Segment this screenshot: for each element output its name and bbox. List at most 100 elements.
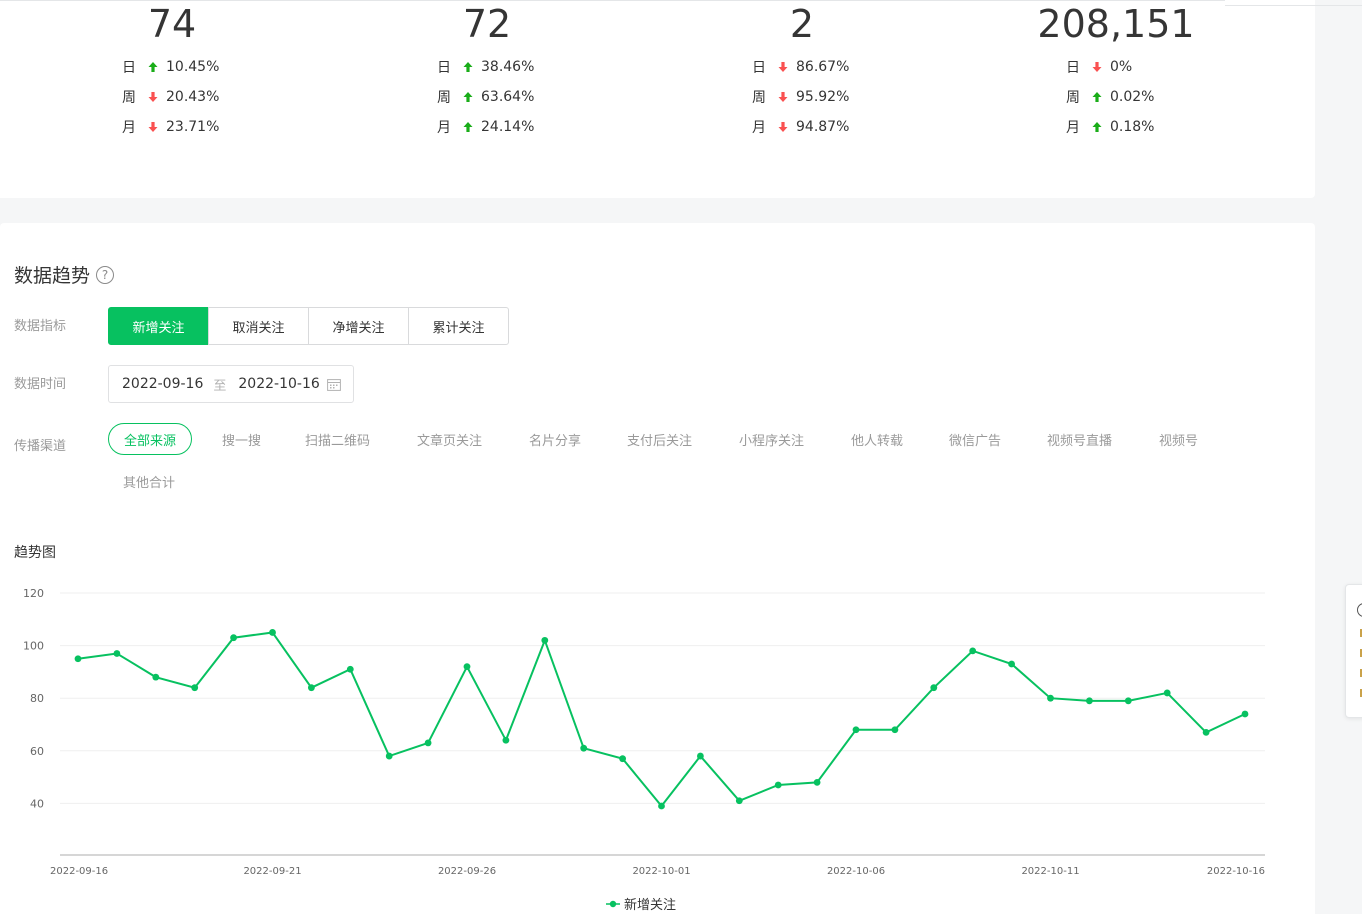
stat-period-label: 日 [122, 60, 136, 76]
arrow-down-icon [778, 122, 788, 132]
data-point [230, 634, 238, 642]
channel-option[interactable]: 名片分享 [529, 423, 581, 455]
stat-period-label: 周 [437, 90, 451, 106]
help-ring-icon [1357, 603, 1362, 617]
metric-label: 数据指标 [14, 319, 67, 334]
metric-tab[interactable]: 净增关注 [308, 307, 409, 345]
trend-title: 趋势图 [14, 545, 56, 561]
data-point [813, 778, 821, 786]
y-tick-label: 80 [30, 692, 44, 705]
stat-change-percent: 95.92% [796, 89, 850, 105]
data-point [930, 684, 938, 692]
stat-change-percent: 24.14% [481, 119, 535, 135]
channel-option[interactable]: 视频号直播 [1047, 423, 1112, 455]
stat-change-row: 月 24.14% [387, 112, 587, 142]
stat-change-percent: 94.87% [796, 119, 850, 135]
stat-period-label: 周 [1066, 90, 1080, 106]
channel-option[interactable]: 搜一搜 [222, 423, 261, 455]
data-point [1163, 689, 1171, 697]
stat-change-row: 月 0.18% [1016, 112, 1216, 142]
stat-period-label: 日 [752, 60, 766, 76]
metric-tab[interactable]: 取消关注 [208, 307, 309, 345]
x-tick-label: 2022-10-06 [827, 866, 885, 877]
chart-legend[interactable]: 新增关注 [606, 894, 676, 913]
data-point [74, 655, 82, 663]
arrow-up-icon [463, 122, 473, 132]
stat-value: 72 [462, 2, 512, 46]
channel-option[interactable]: 文章页关注 [417, 423, 482, 455]
data-point [852, 726, 860, 734]
stat-period-label: 周 [752, 90, 766, 106]
x-tick-label: 2022-10-01 [632, 866, 690, 877]
arrow-down-icon [148, 122, 158, 132]
stat-change-row: 周 95.92% [702, 82, 902, 112]
stat-change-row: 周 63.64% [387, 82, 587, 112]
stat-change-percent: 0% [1110, 59, 1133, 75]
arrow-up-icon [463, 62, 473, 72]
data-point [774, 781, 782, 789]
channel-option[interactable]: 其他合计 [123, 465, 175, 497]
data-point [502, 736, 510, 744]
stat-period-label: 日 [437, 60, 451, 76]
stat-change-row: 日 10.45% [72, 52, 272, 82]
channel-option[interactable]: 全部来源 [108, 423, 193, 455]
channel-label: 传播渠道 [14, 439, 67, 454]
arrow-up-icon [463, 92, 473, 102]
metric-tab[interactable]: 累计关注 [408, 307, 509, 345]
data-point [891, 726, 899, 734]
section-title-text: 数据趋势 [14, 265, 91, 287]
data-point [541, 636, 549, 644]
channel-option[interactable]: 支付后关注 [627, 423, 692, 455]
data-point [969, 647, 977, 655]
data-point [1202, 728, 1210, 736]
stat-column: 2 日 86.67% 周 95.92% 月 94.87% [702, 0, 902, 142]
stat-change-percent: 0.02% [1110, 89, 1155, 105]
time-label: 数据时间 [14, 377, 67, 392]
stat-change-row: 月 23.71% [72, 112, 272, 142]
stat-period-label: 月 [1066, 120, 1080, 136]
data-point [152, 673, 160, 681]
stat-change-row: 周 20.43% [72, 82, 272, 112]
x-tick-label: 2022-09-26 [438, 866, 496, 877]
data-point [580, 744, 588, 752]
x-tick-label: 2022-09-16 [50, 866, 108, 877]
arrow-up-icon [1092, 92, 1102, 102]
channel-option[interactable]: 扫描二维码 [305, 423, 370, 455]
data-point [385, 752, 393, 760]
date-separator: 至 [213, 378, 227, 394]
data-point [1124, 697, 1132, 705]
stat-column: 72 日 38.46% 周 63.64% 月 24.14% [387, 0, 587, 142]
stat-change-percent: 63.64% [481, 89, 535, 105]
stat-change-percent: 23.71% [166, 119, 220, 135]
stat-change-row: 月 94.87% [702, 112, 902, 142]
help-icon[interactable]: ? [96, 265, 115, 284]
data-point [191, 684, 199, 692]
series-line [77, 631, 1246, 808]
x-tick-label: 2022-10-16 [1207, 866, 1265, 877]
metric-tab[interactable]: 新增关注 [108, 307, 209, 345]
y-tick-label: 120 [23, 587, 44, 600]
arrow-down-icon [1092, 62, 1102, 72]
stat-value: 74 [147, 2, 197, 46]
channel-option[interactable]: 他人转载 [851, 423, 903, 455]
side-feedback-widget[interactable] [1345, 584, 1362, 718]
channel-option[interactable]: 视频号 [1159, 423, 1198, 455]
date-range-picker[interactable]: 2022-09-16 至 2022-10-16 [108, 365, 354, 403]
channel-option[interactable]: 小程序关注 [739, 423, 804, 455]
y-tick-label: 40 [30, 797, 44, 810]
arrow-down-icon [148, 92, 158, 102]
section-title: 数据趋势 ? [14, 261, 115, 288]
stat-period-label: 月 [437, 120, 451, 136]
legend-marker-icon [606, 900, 620, 907]
date-end: 2022-10-16 [238, 376, 320, 392]
stat-period-label: 月 [122, 120, 136, 136]
top-divider-right [1225, 5, 1362, 6]
metric-segmented-control: 新增关注 取消关注 净增关注 累计关注 [108, 307, 509, 345]
channel-option[interactable]: 微信广告 [949, 423, 1001, 455]
data-point [658, 802, 665, 810]
stat-period-label: 周 [122, 90, 136, 106]
arrow-down-icon [778, 62, 788, 72]
data-point [1086, 697, 1093, 705]
arrow-down-icon [778, 92, 788, 102]
stat-change-percent: 20.43% [166, 89, 220, 105]
